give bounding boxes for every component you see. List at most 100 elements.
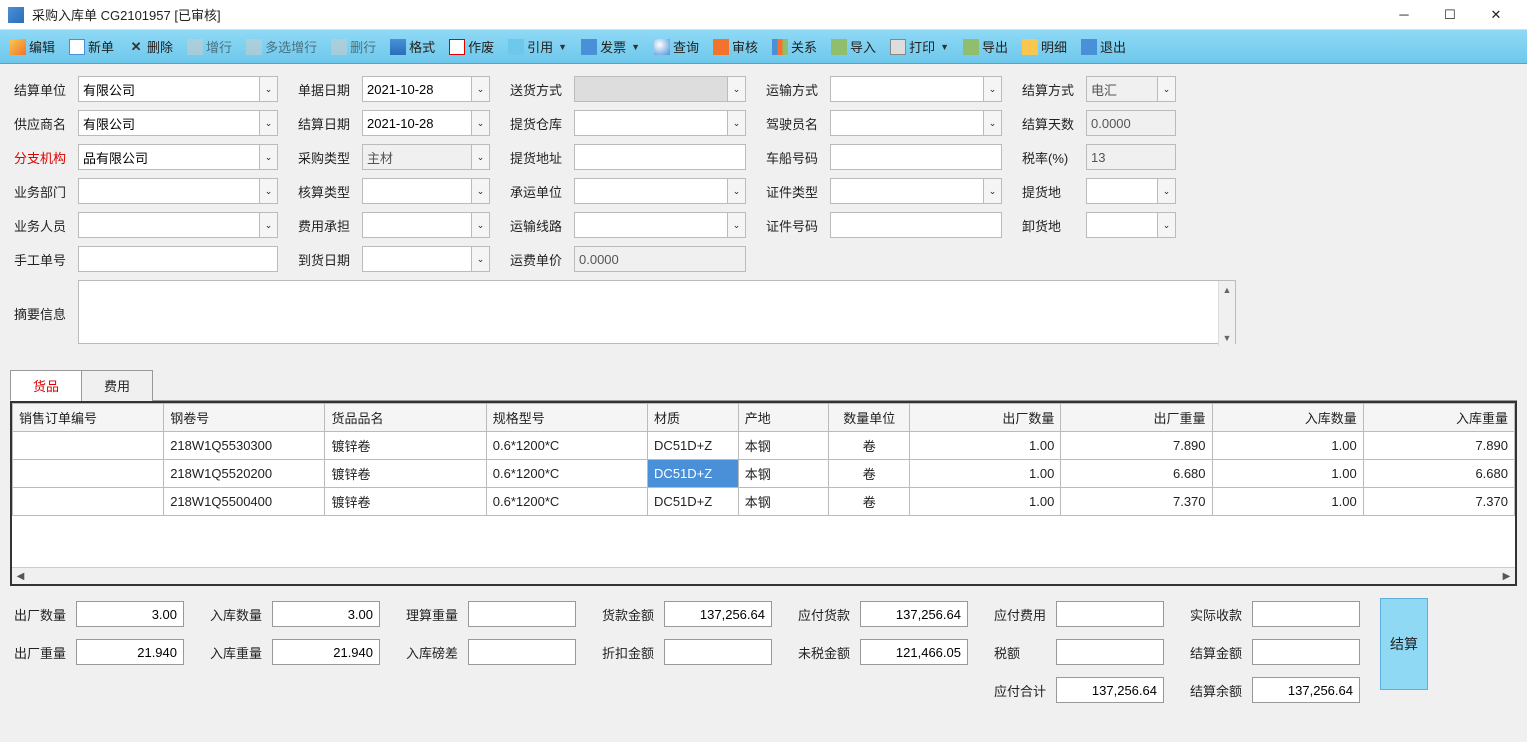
settle_unit-dropdown-button[interactable]: ⌄ — [260, 76, 278, 102]
table-row[interactable]: 218W1Q5500400镀锌卷0.6*1200*CDC51D+Z本钢卷1.00… — [13, 488, 1515, 516]
cell-iwt[interactable]: 6.680 — [1363, 460, 1514, 488]
maximize-button[interactable]: ☐ — [1427, 0, 1473, 30]
tab-fee[interactable]: 费用 — [81, 370, 153, 401]
cell-iwt[interactable]: 7.890 — [1363, 432, 1514, 460]
carrier-dropdown-button[interactable]: ⌄ — [728, 178, 746, 204]
cert_type-dropdown-button[interactable]: ⌄ — [984, 178, 1002, 204]
discount-value[interactable] — [664, 639, 772, 665]
route-dropdown-button[interactable]: ⌄ — [728, 212, 746, 238]
cost_bearer-dropdown-button[interactable]: ⌄ — [472, 212, 490, 238]
audit-button[interactable]: 审核 — [707, 34, 764, 59]
arrive_date-input[interactable] — [362, 246, 472, 272]
untaxed-value[interactable] — [860, 639, 968, 665]
doc_date-input[interactable] — [362, 76, 472, 102]
delrow-button[interactable]: 删行 — [325, 34, 382, 59]
driver-input[interactable] — [830, 110, 984, 136]
cell-name[interactable]: 镀锌卷 — [325, 432, 486, 460]
cell-origin[interactable]: 本钢 — [738, 432, 829, 460]
new-button[interactable]: 新单 — [63, 34, 120, 59]
reference-button[interactable]: 引用▼ — [502, 34, 573, 59]
horizontal-scrollbar[interactable]: ◀ ▶ — [12, 567, 1515, 584]
cell-coil[interactable]: 218W1Q5520200 — [164, 460, 325, 488]
unload_loc-dropdown-button[interactable]: ⌄ — [1158, 212, 1176, 238]
cell-coil[interactable]: 218W1Q5530300 — [164, 432, 325, 460]
multirow-button[interactable]: 多选增行 — [240, 34, 323, 59]
unload_loc-input[interactable] — [1086, 212, 1158, 238]
route-input[interactable] — [574, 212, 728, 238]
cell-name[interactable]: 镀锌卷 — [325, 488, 486, 516]
pickup_loc-input[interactable] — [1086, 178, 1158, 204]
cell-iqty[interactable]: 1.00 — [1212, 460, 1363, 488]
delivery_method-dropdown-button[interactable]: ⌄ — [728, 76, 746, 102]
payable_total-value[interactable] — [1056, 677, 1164, 703]
tab-goods[interactable]: 货品 — [10, 370, 82, 401]
actual_rcv-value[interactable] — [1252, 601, 1360, 627]
col-header[interactable]: 材质 — [648, 404, 739, 432]
cell-fqty[interactable]: 1.00 — [910, 432, 1061, 460]
table-row[interactable]: 218W1Q5530300镀锌卷0.6*1200*CDC51D+Z本钢卷1.00… — [13, 432, 1515, 460]
carrier-input[interactable] — [574, 178, 728, 204]
cell-origin[interactable]: 本钢 — [738, 460, 829, 488]
settle-button[interactable]: 结算 — [1380, 598, 1428, 690]
in_wt-value[interactable] — [272, 639, 380, 665]
import-button[interactable]: 导入 — [825, 34, 882, 59]
minimize-button[interactable]: ─ — [1381, 0, 1427, 30]
col-header[interactable]: 钢卷号 — [164, 404, 325, 432]
col-header[interactable]: 规格型号 — [486, 404, 647, 432]
branch-input[interactable] — [78, 144, 260, 170]
pickup_loc-dropdown-button[interactable]: ⌄ — [1158, 178, 1176, 204]
col-header[interactable]: 入库数量 — [1212, 404, 1363, 432]
account_type-dropdown-button[interactable]: ⌄ — [472, 178, 490, 204]
addrow-button[interactable]: 增行 — [181, 34, 238, 59]
cell-fwt[interactable]: 7.370 — [1061, 488, 1212, 516]
cell-coil[interactable]: 218W1Q5500400 — [164, 488, 325, 516]
goods_amt-value[interactable] — [664, 601, 772, 627]
delivery_method-input[interactable] — [574, 76, 728, 102]
payable_goods-value[interactable] — [860, 601, 968, 627]
settle_method-dropdown-button[interactable]: ⌄ — [1158, 76, 1176, 102]
cell-unit[interactable]: 卷 — [829, 488, 910, 516]
cell-spec[interactable]: 0.6*1200*C — [486, 460, 647, 488]
settle_method-input[interactable] — [1086, 76, 1158, 102]
export-button[interactable]: 导出 — [957, 34, 1014, 59]
summary-scrollbar[interactable]: ▲▼ — [1218, 281, 1235, 346]
cell-unit[interactable]: 卷 — [829, 460, 910, 488]
relation-button[interactable]: 关系 — [766, 34, 823, 59]
supplier-dropdown-button[interactable]: ⌄ — [260, 110, 278, 136]
cell-order[interactable] — [13, 488, 164, 516]
in_diff-value[interactable] — [468, 639, 576, 665]
in_qty-value[interactable] — [272, 601, 380, 627]
cell-iqty[interactable]: 1.00 — [1212, 488, 1363, 516]
col-header[interactable]: 数量单位 — [829, 404, 910, 432]
delete-button[interactable]: ✕删除 — [122, 34, 179, 59]
summary-input[interactable] — [78, 280, 1236, 344]
cell-iqty[interactable]: 1.00 — [1212, 432, 1363, 460]
col-header[interactable]: 出厂重量 — [1061, 404, 1212, 432]
settle_unit-input[interactable] — [78, 76, 260, 102]
theory_wt-value[interactable] — [468, 601, 576, 627]
out_qty-value[interactable] — [76, 601, 184, 627]
cell-order[interactable] — [13, 460, 164, 488]
cost_bearer-input[interactable] — [362, 212, 472, 238]
transport_method-input[interactable] — [830, 76, 984, 102]
transport_method-dropdown-button[interactable]: ⌄ — [984, 76, 1002, 102]
cell-fwt[interactable]: 7.890 — [1061, 432, 1212, 460]
col-header[interactable]: 出厂数量 — [910, 404, 1061, 432]
col-header[interactable]: 货品品名 — [325, 404, 486, 432]
freight_price-input[interactable] — [574, 246, 746, 272]
print-button[interactable]: 打印▼ — [884, 34, 955, 59]
void-button[interactable]: 作废 — [443, 34, 500, 59]
dept-input[interactable] — [78, 178, 260, 204]
cell-material[interactable]: DC51D+Z — [648, 488, 739, 516]
pickup_addr-input[interactable] — [574, 144, 746, 170]
arrive_date-dropdown-button[interactable]: ⌄ — [472, 246, 490, 272]
cell-spec[interactable]: 0.6*1200*C — [486, 432, 647, 460]
settle_amt-value[interactable] — [1252, 639, 1360, 665]
exit-button[interactable]: 退出 — [1075, 34, 1132, 59]
settle_balance-value[interactable] — [1252, 677, 1360, 703]
edit-button[interactable]: 编辑 — [4, 34, 61, 59]
staff-dropdown-button[interactable]: ⌄ — [260, 212, 278, 238]
col-header[interactable]: 销售订单编号 — [13, 404, 164, 432]
table-row[interactable]: 218W1Q5520200镀锌卷0.6*1200*CDC51D+Z本钢卷1.00… — [13, 460, 1515, 488]
driver-dropdown-button[interactable]: ⌄ — [984, 110, 1002, 136]
